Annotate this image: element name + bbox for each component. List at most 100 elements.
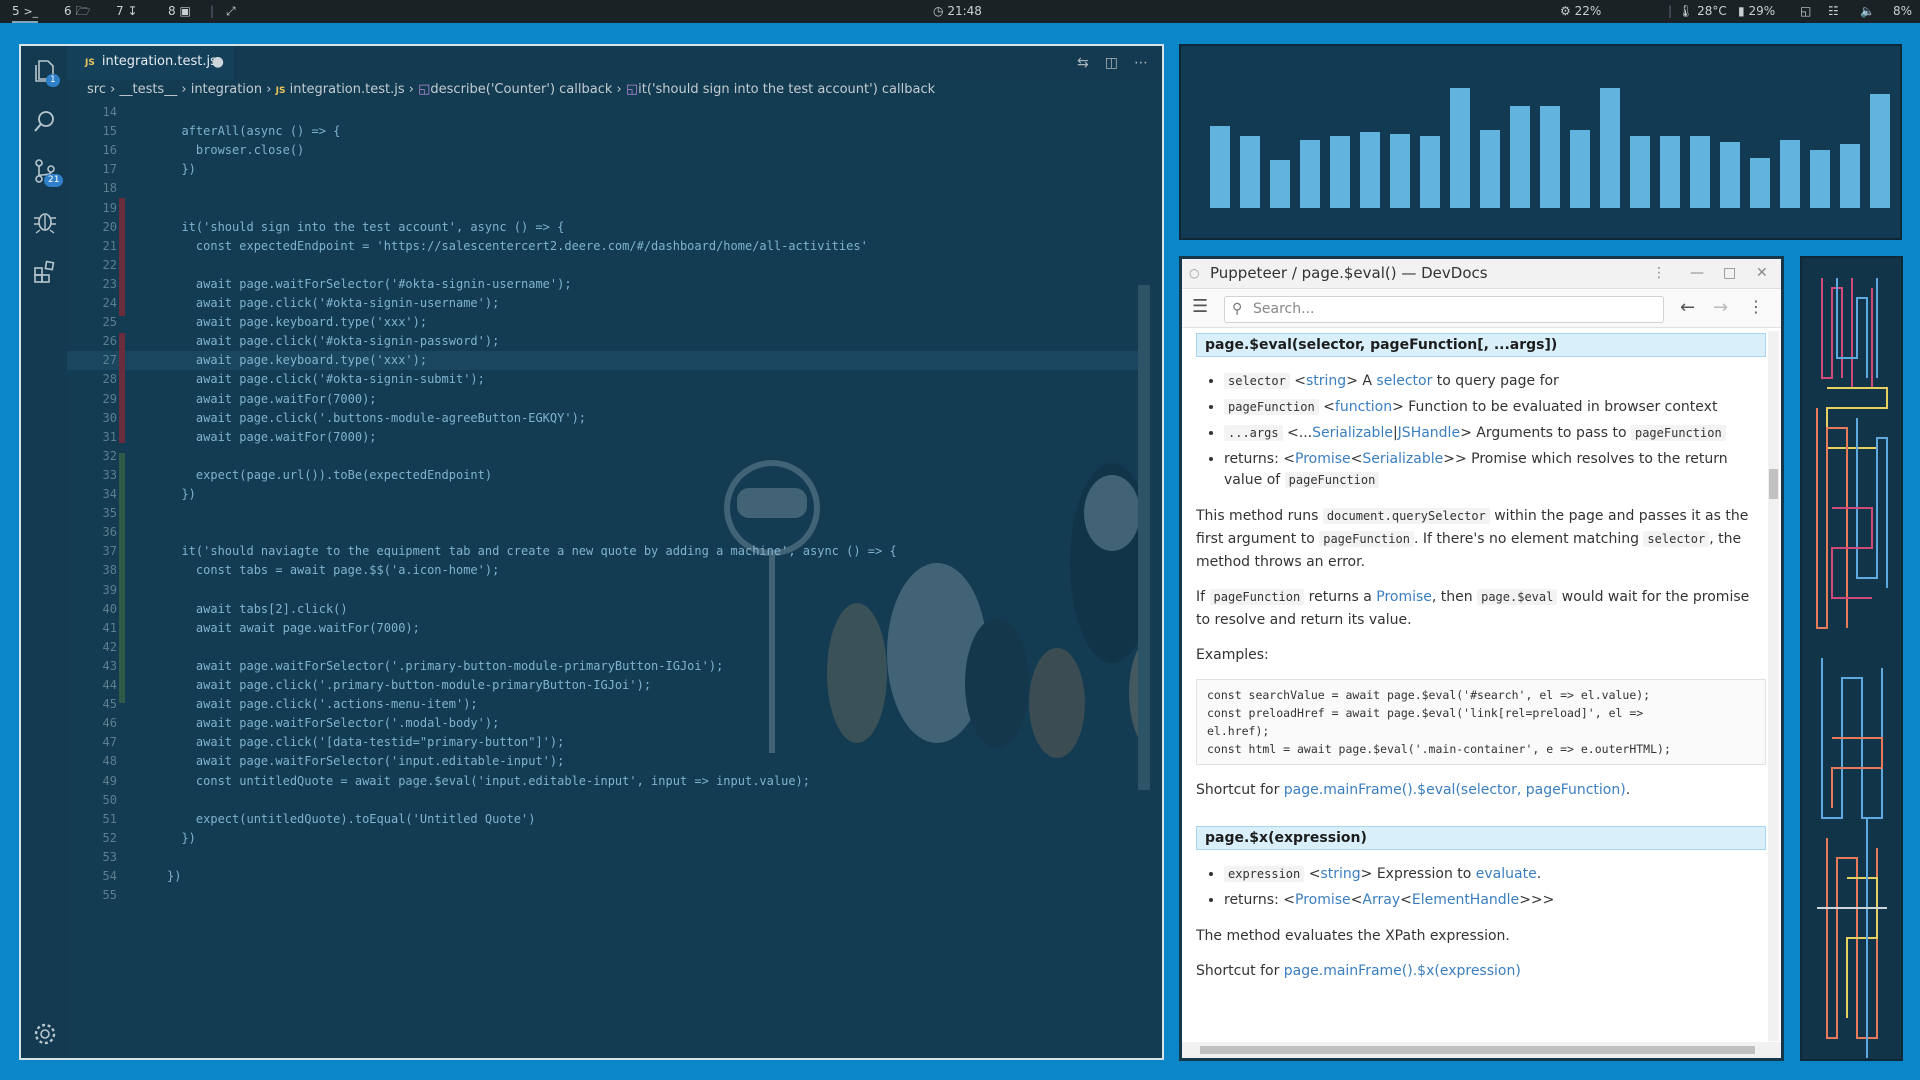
code-line[interactable]: 32 (67, 447, 1150, 466)
type-link[interactable]: Promise (1295, 892, 1351, 908)
breadcrumb-item[interactable]: src (87, 82, 106, 97)
code-line[interactable]: 48 await page.waitForSelector('input.edi… (67, 752, 1150, 771)
kebab-menu-icon[interactable]: ⋮ (1652, 259, 1666, 287)
visualizer-bar (1690, 136, 1710, 208)
code-line[interactable]: 53 (67, 848, 1150, 867)
breadcrumb-item[interactable]: integration.test.js (290, 82, 405, 97)
code-line[interactable]: 42 (67, 638, 1150, 657)
code-line[interactable]: 50 (67, 791, 1150, 810)
code-line[interactable]: 20 it('should sign into the test account… (67, 218, 1150, 237)
workspace-7-button[interactable]: 7 ↧ (116, 0, 138, 23)
code-line[interactable]: 18 (67, 179, 1150, 198)
network-icon[interactable]: ☷ (1828, 0, 1839, 23)
minimize-icon[interactable]: — (1690, 259, 1704, 287)
code-line[interactable]: 45 await page.click('.actions-menu-item'… (67, 695, 1150, 714)
doc-link[interactable]: Promise (1376, 589, 1432, 605)
code-line[interactable]: 36 (67, 523, 1150, 542)
unsaved-dot-icon[interactable]: ● (212, 46, 224, 78)
doc-link[interactable]: page.mainFrame().$x(expression) (1284, 963, 1521, 979)
breadcrumb-item[interactable]: describe('Counter') callback (430, 82, 612, 97)
hamburger-menu-icon[interactable]: ☰ (1192, 296, 1208, 317)
back-arrow-icon[interactable]: ← (1680, 297, 1695, 318)
code-line[interactable]: 30 await page.click('.buttons-module-agr… (67, 409, 1150, 428)
fullscreen-icon[interactable]: ⤢ (226, 0, 236, 23)
code-line[interactable]: 29 await page.waitFor(7000); (67, 390, 1150, 409)
open-changes-icon[interactable]: ⇆ (1077, 55, 1089, 71)
package-icon[interactable]: ◱ (1800, 0, 1811, 23)
code-line[interactable]: 37 it('should naviagte to the equipment … (67, 542, 1150, 561)
forward-arrow-icon[interactable]: → (1713, 297, 1728, 318)
source-control-icon[interactable]: 21 (32, 158, 64, 187)
code-line[interactable]: 26 await page.click('#okta-signin-passwo… (67, 332, 1150, 351)
code-line[interactable]: 51 expect(untitledQuote).toEqual('Untitl… (67, 810, 1150, 829)
code-line[interactable]: 40 await tabs[2].click() (67, 600, 1150, 619)
doc-link[interactable]: page.mainFrame().$eval(selector, pageFun… (1284, 782, 1626, 798)
doc-vertical-scrollbar[interactable] (1768, 331, 1779, 1041)
code-line[interactable]: 39 (67, 581, 1150, 600)
explorer-icon[interactable]: 1 (32, 58, 60, 87)
editor-actions: ⇆ ◫ ⋯ (1061, 46, 1148, 80)
type-link[interactable]: function (1335, 399, 1392, 415)
search-icon[interactable] (32, 108, 58, 134)
code-line[interactable]: 54}) (67, 867, 1150, 886)
code-line[interactable]: 38 const tabs = await page.$$('a.icon-ho… (67, 561, 1150, 580)
doc-link[interactable]: selector (1376, 373, 1432, 389)
more-options-icon[interactable]: ⋮ (1748, 297, 1764, 316)
doc-horizontal-scrollbar[interactable] (1182, 1042, 1781, 1058)
type-link[interactable]: string (1320, 866, 1360, 882)
breadcrumb-item[interactable]: it('should sign into the test account') … (638, 82, 935, 97)
code-line[interactable]: 21 const expectedEndpoint = 'https://sal… (67, 237, 1150, 256)
workspace-8-button[interactable]: 8 ▣ (168, 0, 191, 23)
code-line[interactable]: 41 await await page.waitFor(7000); (67, 619, 1150, 638)
breadcrumb-item[interactable]: integration (191, 82, 262, 97)
code-line[interactable]: 17 }) (67, 160, 1150, 179)
code-line[interactable]: 44 await page.click('.primary-button-mod… (67, 676, 1150, 695)
type-link[interactable]: Array (1362, 892, 1400, 908)
scrollbar-thumb[interactable] (1769, 469, 1778, 499)
type-link[interactable]: Serializable (1312, 425, 1393, 441)
code-line[interactable]: 49 const untitledQuote = await page.$eva… (67, 772, 1150, 791)
code-line[interactable]: 25 await page.keyboard.type('xxx'); (67, 313, 1150, 332)
code-line[interactable]: 34 }) (67, 485, 1150, 504)
type-link[interactable]: Promise (1295, 451, 1351, 467)
code-line[interactable]: 46 await page.waitForSelector('.modal-bo… (67, 714, 1150, 733)
breadcrumb-item[interactable]: __tests__ (119, 82, 177, 97)
extensions-icon[interactable] (32, 258, 58, 284)
code-line[interactable]: 47 await page.click('[data-testid="prima… (67, 733, 1150, 752)
code-text: pageFunction (1319, 531, 1414, 547)
volume-icon[interactable]: 🔈 (1860, 0, 1875, 23)
type-link[interactable]: string (1306, 373, 1346, 389)
scrollbar-thumb[interactable] (1200, 1046, 1755, 1054)
code-line[interactable]: 15 afterAll(async () => { (67, 122, 1150, 141)
settings-gear-icon[interactable] (32, 1021, 58, 1047)
code-line[interactable]: 14 (67, 103, 1150, 122)
workspace-5-button[interactable]: 5 >_ (12, 0, 39, 23)
type-link[interactable]: ElementHandle (1412, 892, 1519, 908)
maximize-icon[interactable]: □ (1723, 259, 1736, 287)
code-line[interactable]: 28 await page.click('#okta-signin-submit… (67, 370, 1150, 389)
editor-scrollbar[interactable] (1138, 285, 1150, 790)
code-line[interactable]: 43 await page.waitForSelector('.primary-… (67, 657, 1150, 676)
debug-icon[interactable] (32, 208, 58, 234)
code-line[interactable]: 16 browser.close() (67, 141, 1150, 160)
code-line[interactable]: 55 (67, 886, 1150, 905)
code-line[interactable]: 27 await page.keyboard.type('xxx'); (67, 351, 1150, 371)
code-editor[interactable]: 14 15 afterAll(async () => {16 browser.cl… (67, 103, 1150, 1058)
more-actions-icon[interactable]: ⋯ (1134, 55, 1148, 71)
doc-link[interactable]: evaluate (1476, 866, 1537, 882)
type-link[interactable]: Serializable (1362, 451, 1443, 467)
search-input[interactable]: ⚲ Search... (1224, 296, 1664, 323)
split-editor-icon[interactable]: ◫ (1105, 55, 1118, 71)
type-link[interactable]: JSHandle (1398, 425, 1460, 441)
close-icon[interactable]: ✕ (1756, 259, 1768, 287)
code-line[interactable]: 33 expect(page.url()).toBe(expectedEndpo… (67, 466, 1150, 485)
code-line[interactable]: 22 (67, 256, 1150, 275)
tab-integration-test[interactable]: JS integration.test.js ● (67, 46, 234, 80)
code-line[interactable]: 23 await page.waitForSelector('#okta-sig… (67, 275, 1150, 294)
code-line[interactable]: 19 (67, 199, 1150, 218)
code-line[interactable]: 52 }) (67, 829, 1150, 848)
code-line[interactable]: 24 await page.click('#okta-signin-userna… (67, 294, 1150, 313)
workspace-6-button[interactable]: 6 🗁 (64, 0, 90, 23)
code-line[interactable]: 31 await page.waitFor(7000); (67, 428, 1150, 447)
code-line[interactable]: 35 (67, 504, 1150, 523)
